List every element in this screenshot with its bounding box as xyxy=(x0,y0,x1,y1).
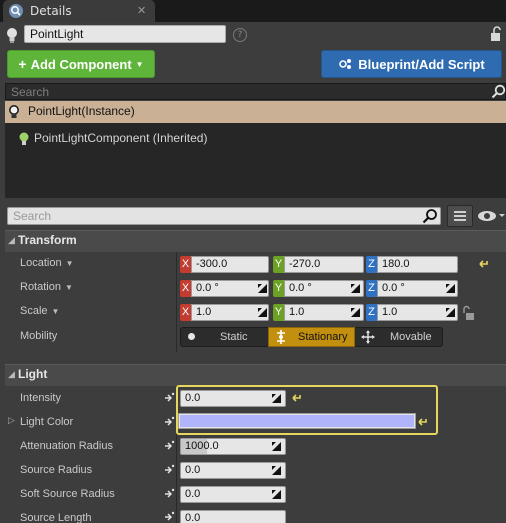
drag-handle-icon[interactable] xyxy=(272,442,281,451)
drag-handle-icon[interactable] xyxy=(272,490,281,499)
expand-arrow-icon[interactable]: ▷ xyxy=(8,416,15,426)
collapse-arrow-icon[interactable]: ◢ xyxy=(8,236,15,246)
eye-icon[interactable] xyxy=(476,208,506,224)
help-icon[interactable]: ? xyxy=(233,28,247,42)
list-view-icon xyxy=(454,211,466,221)
edit-condition-icon[interactable] xyxy=(163,488,175,500)
column-splitter[interactable] xyxy=(176,252,177,352)
transform-category-header[interactable] xyxy=(5,230,506,252)
edit-condition-icon[interactable] xyxy=(163,416,175,428)
scale-y-axis: Y xyxy=(273,304,284,321)
chevron-down-icon: ▼ xyxy=(135,59,144,69)
blueprint-add-script-button[interactable]: Blueprint/Add Script xyxy=(321,50,502,78)
reset-to-default-icon[interactable] xyxy=(478,258,490,270)
soft-source-radius-field[interactable]: 0.0 xyxy=(180,486,286,503)
collapse-arrow-icon[interactable]: ◢ xyxy=(8,370,15,380)
lock-icon[interactable] xyxy=(488,25,506,43)
tab-title: Details xyxy=(30,4,72,18)
search-icon[interactable] xyxy=(422,208,438,224)
light-category-header[interactable] xyxy=(5,364,506,386)
location-x-axis: X xyxy=(180,256,191,273)
edit-condition-icon[interactable] xyxy=(163,440,175,452)
source-length-field[interactable]: 0.0 xyxy=(180,510,286,523)
light-color-swatch[interactable] xyxy=(180,415,414,427)
static-icon xyxy=(188,333,195,340)
rotation-x-axis: X xyxy=(180,280,191,297)
component-search-input[interactable] xyxy=(6,84,505,99)
rotation-z-axis: Z xyxy=(366,280,377,297)
scale-label[interactable]: Scale ▼ xyxy=(20,305,59,317)
drag-handle-icon[interactable] xyxy=(351,308,360,317)
mobility-static-option[interactable]: Static xyxy=(220,327,248,347)
attenuation-radius-label: Attenuation Radius xyxy=(20,440,113,452)
details-search-box[interactable] xyxy=(7,207,441,225)
point-light-icon xyxy=(19,132,29,145)
reset-to-default-icon[interactable] xyxy=(417,416,429,428)
edit-condition-icon[interactable] xyxy=(163,464,175,476)
intensity-label: Intensity xyxy=(20,392,61,404)
view-options-button[interactable] xyxy=(447,205,473,227)
intensity-field[interactable]: 0.0 xyxy=(180,390,286,407)
soft-source-radius-label: Soft Source Radius xyxy=(20,488,115,500)
blueprint-label: Blueprint/Add Script xyxy=(358,56,485,72)
plus-icon: + xyxy=(18,56,27,72)
source-length-label: Source Length xyxy=(20,512,92,523)
edit-condition-icon[interactable] xyxy=(163,511,175,523)
close-icon[interactable]: ✕ xyxy=(137,4,146,17)
transform-title: Transform xyxy=(18,233,77,247)
component-search-box[interactable] xyxy=(5,83,506,100)
drag-handle-icon[interactable] xyxy=(351,284,360,293)
blueprint-icon xyxy=(339,59,352,69)
reset-to-default-icon[interactable] xyxy=(291,392,303,404)
unlock-icon[interactable] xyxy=(461,305,475,321)
light-bulb-icon xyxy=(9,105,19,118)
source-radius-label: Source Radius xyxy=(20,464,93,476)
drag-handle-icon[interactable] xyxy=(258,284,267,293)
stationary-icon xyxy=(277,330,285,344)
component-tree-item[interactable]: PointLightComponent (Inherited) xyxy=(34,131,207,145)
edit-condition-icon[interactable] xyxy=(163,392,175,404)
location-z-field[interactable]: 180.0 xyxy=(377,256,458,273)
location-z-axis: Z xyxy=(366,256,377,273)
drag-handle-icon[interactable] xyxy=(272,466,281,475)
movable-icon xyxy=(361,330,375,344)
tab-details[interactable] xyxy=(3,0,155,22)
light-title: Light xyxy=(18,367,48,381)
source-radius-field[interactable]: 0.0 xyxy=(180,462,286,479)
drag-handle-icon[interactable] xyxy=(272,394,281,403)
add-component-label: Add Component xyxy=(30,56,132,72)
location-x-field[interactable]: -300.0 xyxy=(191,256,269,273)
scale-z-axis: Z xyxy=(366,304,377,321)
light-bulb-icon xyxy=(7,28,17,43)
details-icon xyxy=(9,4,23,18)
drag-handle-icon[interactable] xyxy=(446,308,455,317)
component-instance-label: PointLight(Instance) xyxy=(28,104,135,118)
add-component-button[interactable]: + Add Component ▼ xyxy=(7,50,155,78)
attenuation-radius-value: 1000.0 xyxy=(185,440,219,452)
mobility-stationary-option[interactable]: Stationary xyxy=(298,327,348,347)
mobility-label: Mobility xyxy=(20,330,58,342)
rotation-label[interactable]: Rotation ▼ xyxy=(20,281,73,293)
location-y-axis: Y xyxy=(273,256,284,273)
location-y-field[interactable]: -270.0 xyxy=(284,256,364,273)
drag-handle-icon[interactable] xyxy=(446,284,455,293)
actor-name-field[interactable]: PointLight xyxy=(24,25,226,43)
drag-handle-icon[interactable] xyxy=(258,308,267,317)
search-icon[interactable] xyxy=(491,84,506,99)
mobility-movable-option[interactable]: Movable xyxy=(390,327,432,347)
scale-x-axis: X xyxy=(180,304,191,321)
light-color-label: Light Color xyxy=(20,416,74,428)
details-search-input[interactable] xyxy=(8,208,440,224)
location-label[interactable]: Location ▼ xyxy=(20,257,74,269)
rotation-y-axis: Y xyxy=(273,280,284,297)
